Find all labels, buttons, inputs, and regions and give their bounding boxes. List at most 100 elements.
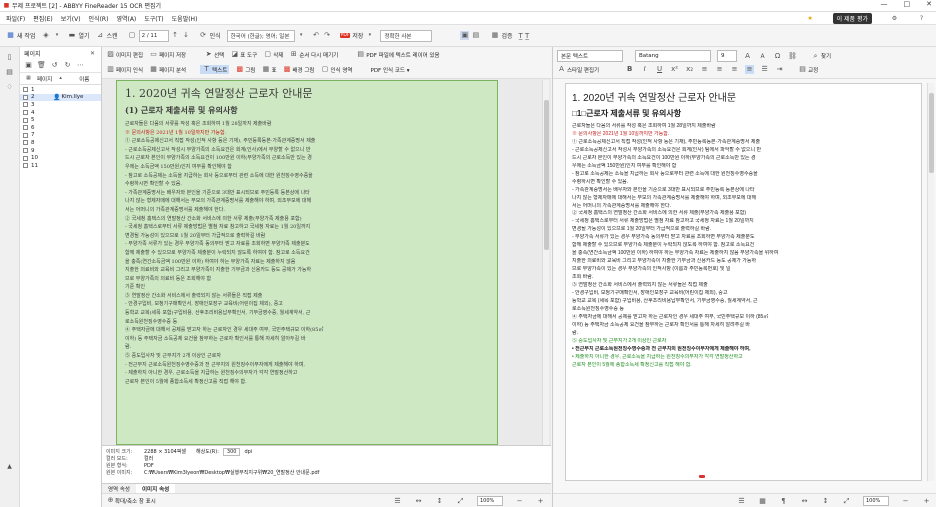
check-button[interactable]: ▦ 검증 (490, 31, 513, 40)
page-row[interactable]: 3 (20, 101, 101, 109)
close-icon[interactable]: ✕ (88, 49, 97, 58)
picture-area-button[interactable]: ▩ 그림 (235, 65, 256, 74)
bold-icon[interactable]: B (625, 65, 634, 74)
table-tool-button[interactable]: ◪ 표 도구 (230, 50, 257, 59)
menu-tools[interactable]: 도구(T) (144, 14, 163, 23)
zoom-window-toggle[interactable]: 확대/축소 창 표시 (115, 497, 156, 505)
zoom-out-icon[interactable]: − (901, 497, 910, 506)
zoom-in-icon[interactable]: + (536, 497, 545, 506)
font-size-select[interactable]: 9 (717, 50, 737, 62)
page-checkbox[interactable] (23, 132, 28, 138)
ocr-tools-icon[interactable]: T̲ T̲ (518, 32, 529, 40)
recognize-button[interactable]: ⟳ 인식 (199, 31, 220, 40)
tab-area-properties[interactable]: 영역 속성 (102, 484, 136, 493)
chevron-down-icon[interactable]: ▾ (297, 31, 306, 40)
menu-file[interactable]: 파일(F) (6, 14, 25, 23)
fit-all-icon[interactable]: ⤢ (842, 497, 851, 506)
image-scroll-thumb[interactable] (544, 100, 549, 250)
menu-edit[interactable]: 편집(E) (33, 14, 53, 23)
arrow-down-icon[interactable]: ↓ (182, 31, 191, 40)
omega-icon[interactable]: Ω (773, 52, 782, 61)
column-page[interactable]: 페이지 (37, 75, 52, 83)
justify-icon[interactable]: ≡ (745, 65, 755, 74)
indent-icon[interactable]: ⇥ (775, 65, 784, 74)
page-checkbox[interactable] (23, 102, 28, 108)
new-task-button[interactable]: ▦ 새 작업 (6, 31, 35, 40)
style-editor-button[interactable]: A 스타일 편집기 (557, 65, 599, 74)
pdf-text-layer-button[interactable]: ▤ PDF 파일에 텍스트 레이어 있음 (356, 50, 439, 59)
zoom-out-icon[interactable]: − (515, 497, 524, 506)
stack-icon[interactable]: ▤ (5, 68, 14, 77)
help-icon[interactable]: ? (917, 14, 926, 23)
recognition-area-button[interactable]: ▢ 인식 영역 (321, 65, 353, 74)
delete-area-button[interactable]: ▢ 삭제 (263, 50, 283, 59)
language-select[interactable]: 한국어 (한글); 영어; 일본 (226, 29, 295, 42)
subscript-icon[interactable]: x₂ (685, 65, 694, 74)
table-area-button[interactable]: ▦ 표 (261, 65, 277, 74)
page-row[interactable]: 8 (20, 139, 101, 147)
layout-split-icon[interactable]: ▤ (471, 31, 480, 40)
background-picture-button[interactable]: ▩ 배경 그림 (283, 65, 315, 74)
edit-image-button[interactable]: ▨ 이미지 편집 (106, 50, 143, 59)
close-button[interactable]: ✕ (926, 0, 932, 8)
italic-icon[interactable]: I (640, 65, 649, 74)
menu-help[interactable]: 도움말(H) (172, 14, 198, 23)
redo-icon[interactable]: ↷ (323, 31, 332, 40)
minimize-button[interactable]: — (881, 0, 888, 8)
select-button[interactable]: ➤ 선택 (204, 50, 225, 59)
menu-view[interactable]: 보기(V) (61, 14, 81, 23)
page-row[interactable]: 10 (20, 154, 101, 162)
menu-area[interactable]: 영역(A) (116, 14, 136, 23)
layout-single-icon[interactable]: ▣ (460, 31, 470, 40)
page-row[interactable]: 11 (20, 162, 101, 170)
page-row[interactable]: 7 (20, 132, 101, 140)
open-button[interactable]: ▬ 열기 (67, 31, 90, 40)
delete-icon[interactable]: 🗑 (37, 61, 46, 70)
correct-button[interactable]: ▤ 교정 (798, 65, 818, 74)
column-name[interactable]: 이름 (79, 75, 89, 83)
zoom-in-icon[interactable]: + (922, 497, 931, 506)
font-grow-icon[interactable]: A (743, 52, 752, 61)
resolution-input[interactable]: 300 (222, 447, 241, 456)
text-zoom-select[interactable]: 100% (863, 496, 889, 506)
page-row[interactable]: 4 (20, 109, 101, 117)
align-center-icon[interactable]: ≡ (715, 65, 724, 74)
page-checkbox[interactable] (23, 87, 28, 93)
pilcrow-icon[interactable]: ¶ (779, 497, 788, 506)
page-row[interactable]: 5 (20, 116, 101, 124)
fit-height-icon[interactable]: ↕ (821, 497, 830, 506)
zoom-icon[interactable]: ⊕ (106, 496, 115, 505)
image-zoom-select[interactable]: 100% (477, 496, 503, 506)
fit-page-icon[interactable]: ☰ (393, 497, 402, 506)
page-checkbox[interactable] (23, 125, 28, 131)
page-checkbox[interactable] (23, 148, 28, 154)
underline-icon[interactable]: U (655, 65, 664, 74)
save-page-button[interactable]: ▭ 페이지 저장 (149, 50, 186, 59)
maximize-button[interactable]: □ (904, 0, 911, 8)
align-left-icon[interactable]: ≡ (700, 65, 709, 74)
font-shrink-icon[interactable]: A (758, 52, 767, 61)
page-checkbox[interactable] (23, 117, 28, 123)
fit-width-icon[interactable]: ↔ (800, 497, 809, 506)
page-checkbox[interactable] (23, 110, 28, 116)
page-row[interactable]: 9 (20, 147, 101, 155)
paragraph-style-select[interactable]: 본문 텍스트 (557, 50, 623, 62)
fit-width-icon[interactable]: ↔ (414, 497, 423, 506)
link-icon[interactable]: ⛓ (788, 52, 797, 61)
renumber-button[interactable]: ⊞ 순서 다시 매기기 (289, 50, 338, 59)
bookmark-icon[interactable]: ♢ (5, 83, 14, 92)
text-scrollbar[interactable] (927, 83, 934, 481)
list-icon[interactable]: ☰ (760, 65, 769, 74)
page-row[interactable]: 2 👤 Kim.llye (20, 93, 101, 102)
find-button[interactable]: ⌕ 찾기 (811, 52, 832, 61)
rotate-left-icon[interactable]: ↺ (50, 61, 59, 70)
save-icon[interactable]: ▣ (24, 61, 33, 70)
tab-image-properties[interactable]: 이미지 속성 (136, 484, 176, 493)
undo-icon[interactable]: ↶ (312, 31, 321, 40)
evaluate-button[interactable]: 이 제품 평가 (832, 13, 872, 24)
image-scrollbar[interactable] (542, 80, 549, 445)
arrow-up-icon[interactable]: ↑ (171, 31, 180, 40)
menu-recognize[interactable]: 인식(R) (89, 14, 109, 23)
fit-page-icon[interactable]: ☰ (737, 497, 746, 506)
fit-height-icon[interactable]: ↕ (435, 497, 444, 506)
